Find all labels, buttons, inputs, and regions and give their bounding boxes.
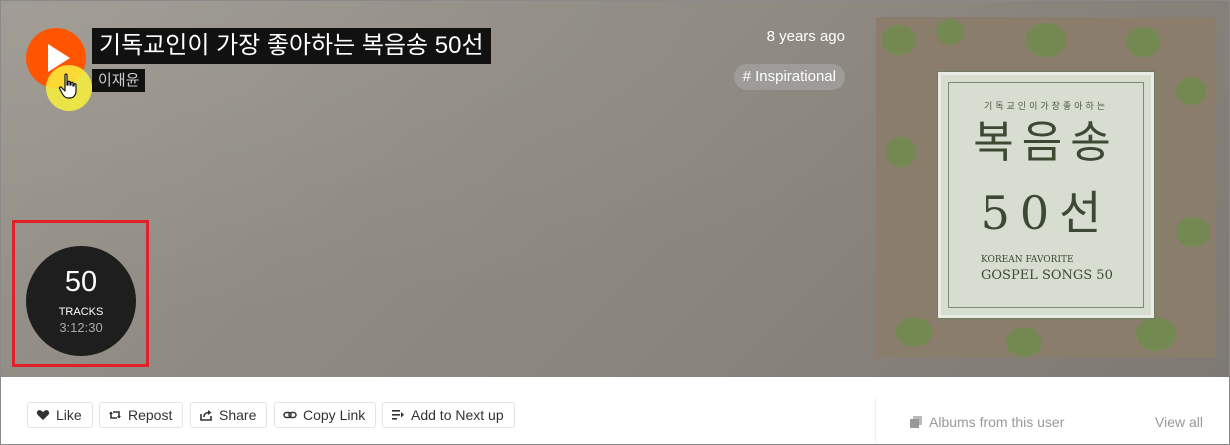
repost-label: Repost — [128, 407, 173, 423]
tracks-summary: 50 TRACKS 3:12:30 — [26, 246, 136, 356]
share-icon — [199, 408, 213, 422]
like-button[interactable]: Like — [27, 402, 93, 428]
like-label: Like — [56, 407, 82, 423]
artwork-frame: 기독교인이가장좋아하는 복음송 50선 KOREAN FAVORITE GOSP… — [937, 71, 1155, 319]
view-all-link[interactable]: View all — [1155, 414, 1203, 430]
artwork-leaf — [882, 25, 916, 55]
artwork-leaf — [936, 19, 964, 45]
add-to-next-up-label: Add to Next up — [411, 407, 504, 423]
tracks-label: TRACKS — [58, 306, 104, 318]
hand-pointer-icon — [58, 73, 80, 99]
copy-link-button[interactable]: Copy Link — [274, 402, 377, 428]
artwork-leaf — [886, 137, 916, 167]
tracks-count: 50 — [64, 266, 98, 298]
tracks-duration: 3:12:30 — [59, 320, 103, 335]
albums-heading: Albums from this user — [909, 414, 1064, 430]
repost-icon — [108, 408, 122, 422]
artwork-title-1: 복음송 — [973, 117, 1119, 168]
add-to-next-up-button[interactable]: Add to Next up — [382, 402, 515, 428]
posted-date: 8 years ago — [766, 28, 845, 45]
link-icon — [283, 408, 297, 422]
artwork-english-1: KOREAN FAVORITE — [981, 255, 1074, 265]
repost-button[interactable]: Repost — [99, 402, 184, 428]
albums-heading-label: Albums from this user — [929, 414, 1065, 430]
queue-icon — [391, 408, 405, 422]
artwork-leaf — [896, 317, 932, 347]
sidebar-divider — [875, 396, 876, 444]
album-artwork: 기독교인이가장좋아하는 복음송 50선 KOREAN FAVORITE GOSP… — [876, 17, 1216, 357]
artwork-leaf — [1176, 217, 1210, 247]
albums-icon — [909, 415, 923, 429]
genre-tag[interactable]: # Inspirational — [733, 64, 845, 90]
artwork-leaf — [1126, 27, 1160, 57]
artwork-leaf — [1006, 327, 1042, 357]
playlist-title: 기독교인이 가장 좋아하는 복음송 50선 — [92, 28, 491, 64]
artwork-title-2: 50선 — [980, 186, 1112, 240]
share-label: Share — [219, 407, 257, 423]
artwork-leaf — [1026, 23, 1066, 57]
artwork-leaf — [1136, 317, 1176, 351]
share-button[interactable]: Share — [190, 402, 268, 428]
playlist-hero: 기독교인이 가장 좋아하는 복음송 50선 이재윤 8 years ago # … — [1, 1, 1229, 377]
artist-link[interactable]: 이재윤 — [92, 69, 146, 92]
action-bar: Like Repost Share Copy Link Add to Next … — [1, 377, 1229, 444]
copy-link-label: Copy Link — [303, 407, 366, 423]
artwork-small-text: 기독교인이가장좋아하는 — [983, 101, 1109, 111]
window: 기독교인이 가장 좋아하는 복음송 50선 이재윤 8 years ago # … — [0, 0, 1230, 445]
heart-icon — [36, 408, 50, 422]
artwork-leaf — [1176, 77, 1206, 105]
artwork-english-2: GOSPEL SONGS 50 — [981, 268, 1113, 283]
